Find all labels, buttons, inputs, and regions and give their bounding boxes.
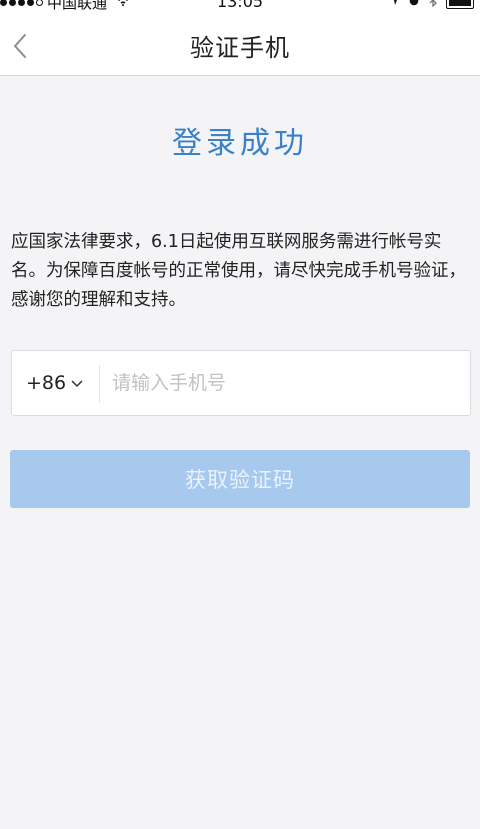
- country-code-selector[interactable]: +86: [26, 351, 84, 415]
- page-title: 验证手机: [190, 34, 290, 62]
- alarm-icon: [408, 0, 420, 10]
- status-bar: 中国联通 13:05: [0, 0, 480, 12]
- bluetooth-icon: [428, 0, 438, 11]
- chevron-down-icon: [71, 380, 83, 388]
- input-divider: [99, 365, 100, 403]
- login-success-title: 登录成功: [172, 126, 308, 161]
- phone-number-input[interactable]: [112, 363, 452, 403]
- legal-notice-text: 应国家法律要求，6.1日起使用互联网服务需进行帐号实名。为保障百度帐号的正常使用…: [11, 232, 466, 310]
- location-arrow-icon: [388, 0, 400, 10]
- top-bar: 中国联通 13:05 验证手机: [0, 0, 480, 76]
- status-right: [388, 0, 474, 12]
- get-verification-code-button[interactable]: 获取验证码: [10, 450, 470, 508]
- phone-input-group: +86: [11, 350, 471, 416]
- country-code-label: +86: [26, 372, 67, 394]
- battery-icon: [446, 0, 474, 9]
